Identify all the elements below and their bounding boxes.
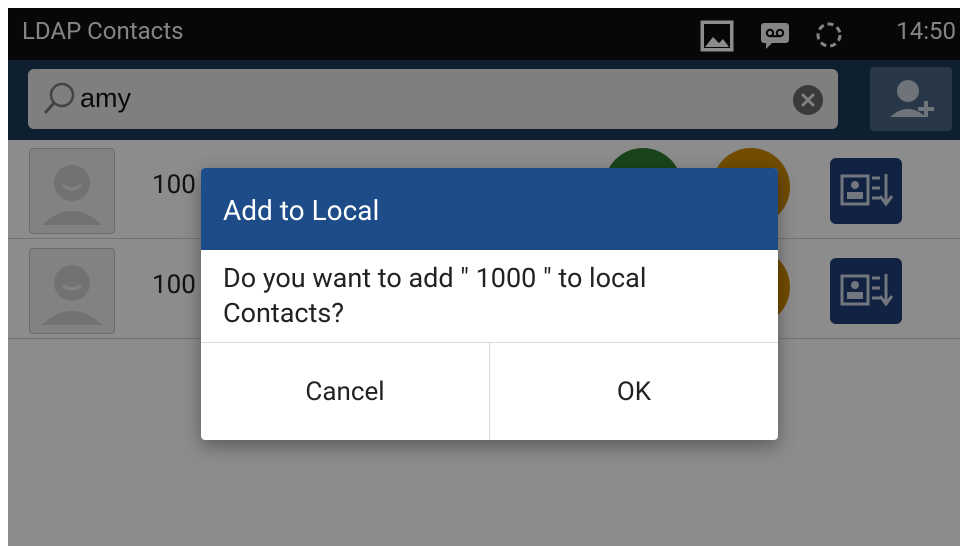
dialog-message: Do you want to add " 1000 " to local Con… [223, 262, 647, 329]
cancel-button[interactable]: Cancel [201, 343, 489, 440]
ldap-contacts-screen: LDAP Contacts 14:50 amy 100 100 Add to L… [8, 8, 960, 546]
dialog-title: Add to Local [223, 194, 380, 227]
add-to-local-dialog: Add to Local Do you want to add " 1000 "… [201, 168, 778, 440]
ok-button[interactable]: OK [490, 343, 778, 440]
dialog-header: Add to Local [201, 168, 778, 250]
dialog-buttons: Cancel OK [201, 342, 778, 440]
